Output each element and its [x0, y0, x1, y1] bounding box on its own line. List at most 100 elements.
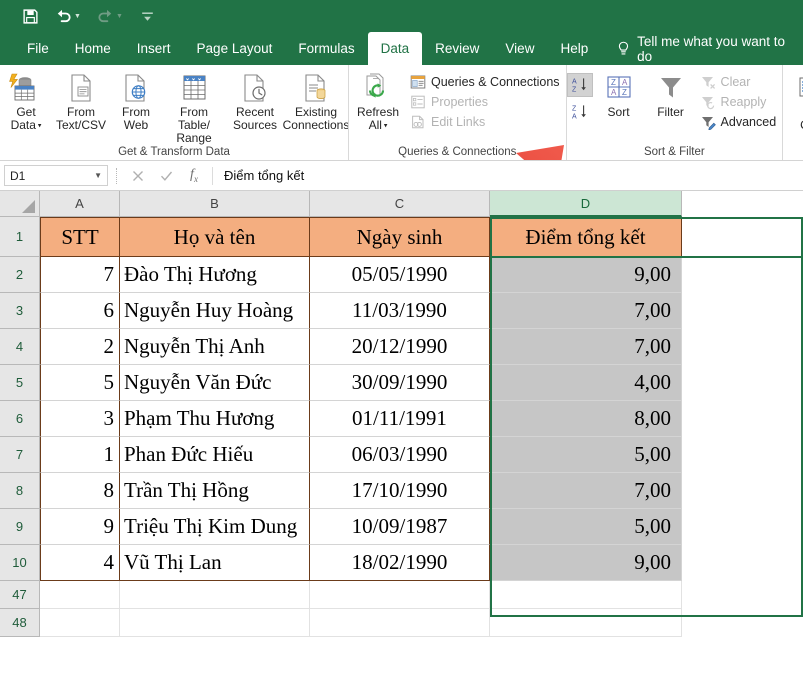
cell-a10[interactable]: 4	[40, 545, 120, 581]
cell-b6[interactable]: Phạm Thu Hương	[120, 401, 310, 437]
cell-d47[interactable]	[490, 581, 682, 609]
cell-d1[interactable]: Điểm tổng kết	[490, 217, 682, 257]
cell-a3[interactable]: 6	[40, 293, 120, 329]
cell-a2[interactable]: 7	[40, 257, 120, 293]
get-data-caret-icon[interactable]: ▾	[36, 122, 41, 129]
select-all-corner[interactable]	[0, 191, 40, 217]
undo-caret-icon[interactable]: ▼	[74, 13, 81, 20]
cell-b10[interactable]: Vũ Thị Lan	[120, 545, 310, 581]
cell-b2[interactable]: Đào Thị Hương	[120, 257, 310, 293]
cell-b9[interactable]: Triệu Thị Kim Dung	[120, 509, 310, 545]
cell-c10[interactable]: 18/02/1990	[310, 545, 490, 581]
cell-a5[interactable]: 5	[40, 365, 120, 401]
cell-a8[interactable]: 8	[40, 473, 120, 509]
row-header-10[interactable]: 10	[0, 545, 40, 581]
cell-c2[interactable]: 05/05/1990	[310, 257, 490, 293]
cell-c48[interactable]	[310, 609, 490, 637]
cell-b3[interactable]: Nguyễn Huy Hoàng	[120, 293, 310, 329]
refresh-all-button[interactable]: Refresh All ▾	[349, 68, 407, 132]
cell-a4[interactable]: 2	[40, 329, 120, 365]
cell-c3[interactable]: 11/03/1990	[310, 293, 490, 329]
cell-d6[interactable]: 8,00	[490, 401, 682, 437]
cell-a47[interactable]	[40, 581, 120, 609]
sort-a-to-z-button[interactable]: A Z	[567, 73, 593, 97]
filter-button[interactable]: Filter	[645, 68, 697, 119]
customize-quick-access-toolbar-button[interactable]	[139, 8, 156, 25]
tab-view[interactable]: View	[492, 32, 547, 65]
column-header-b[interactable]: B	[120, 191, 310, 217]
row-header-3[interactable]: 3	[0, 293, 40, 329]
column-header-d[interactable]: D	[490, 191, 682, 217]
row-header-8[interactable]: 8	[0, 473, 40, 509]
row-header-47[interactable]: 47	[0, 581, 40, 609]
cell-d4[interactable]: 7,00	[490, 329, 682, 365]
tab-home[interactable]: Home	[62, 32, 124, 65]
cell-d7[interactable]: 5,00	[490, 437, 682, 473]
cell-c6[interactable]: 01/11/1991	[310, 401, 490, 437]
cell-a1[interactable]: STT	[40, 217, 120, 257]
tab-help[interactable]: Help	[547, 32, 601, 65]
redo-button[interactable]: ▼	[97, 8, 123, 25]
cell-b7[interactable]: Phan Đức Hiếu	[120, 437, 310, 473]
row-header-2[interactable]: 2	[0, 257, 40, 293]
cell-b8[interactable]: Trần Thị Hồng	[120, 473, 310, 509]
existing-connections-button[interactable]: Existing Connections	[284, 68, 348, 132]
cell-c8[interactable]: 17/10/1990	[310, 473, 490, 509]
redo-caret-icon[interactable]: ▼	[116, 13, 123, 20]
cell-c1[interactable]: Ngày sinh	[310, 217, 490, 257]
recent-sources-button[interactable]: Recent Sources	[226, 68, 284, 132]
cell-c9[interactable]: 10/09/1987	[310, 509, 490, 545]
from-table-range-button[interactable]: From Table/ Range	[162, 68, 226, 145]
cell-a7[interactable]: 1	[40, 437, 120, 473]
insert-function-button[interactable]: fx	[181, 165, 207, 186]
advanced-filter-button[interactable]: Advanced	[697, 112, 783, 132]
row-header-6[interactable]: 6	[0, 401, 40, 437]
row-header-7[interactable]: 7	[0, 437, 40, 473]
cell-c5[interactable]: 30/09/1990	[310, 365, 490, 401]
tab-insert[interactable]: Insert	[124, 32, 184, 65]
text-to-columns-button[interactable]: Te Col	[783, 68, 803, 132]
cell-b48[interactable]	[120, 609, 310, 637]
tab-page-layout[interactable]: Page Layout	[184, 32, 286, 65]
cell-a6[interactable]: 3	[40, 401, 120, 437]
undo-button[interactable]: ▼	[55, 8, 81, 25]
from-text-csv-button[interactable]: From Text/CSV	[52, 68, 110, 132]
tell-me-search[interactable]: Tell me what you want to do	[601, 32, 803, 65]
cell-d5[interactable]: 4,00	[490, 365, 682, 401]
name-box[interactable]: D1 ▼	[4, 165, 108, 186]
row-header-9[interactable]: 9	[0, 509, 40, 545]
save-button[interactable]	[22, 8, 39, 25]
cell-d10[interactable]: 9,00	[490, 545, 682, 581]
cell-a48[interactable]	[40, 609, 120, 637]
cell-d3[interactable]: 7,00	[490, 293, 682, 329]
tab-data[interactable]: Data	[368, 32, 423, 65]
cell-c4[interactable]: 20/12/1990	[310, 329, 490, 365]
tab-review[interactable]: Review	[422, 32, 492, 65]
cell-d8[interactable]: 7,00	[490, 473, 682, 509]
formula-input[interactable]: Điểm tổng kết	[218, 165, 799, 186]
tab-formulas[interactable]: Formulas	[285, 32, 367, 65]
confirm-entry-button[interactable]	[153, 165, 179, 186]
cell-b1[interactable]: Họ và tên	[120, 217, 310, 257]
cell-a9[interactable]: 9	[40, 509, 120, 545]
column-header-c[interactable]: C	[310, 191, 490, 217]
cell-b4[interactable]: Nguyễn Thị Anh	[120, 329, 310, 365]
column-header-a[interactable]: A	[40, 191, 120, 217]
name-box-chevron-down-icon[interactable]: ▼	[94, 171, 102, 180]
row-header-1[interactable]: 1	[0, 217, 40, 257]
sort-z-to-a-button[interactable]: Z A	[567, 100, 593, 124]
row-header-48[interactable]: 48	[0, 609, 40, 637]
sort-button[interactable]: Z A A Z Sort	[593, 68, 645, 119]
refresh-all-caret-icon[interactable]: ▾	[382, 122, 387, 129]
cell-d2[interactable]: 9,00	[490, 257, 682, 293]
from-web-button[interactable]: From Web	[110, 68, 162, 132]
cell-c47[interactable]	[310, 581, 490, 609]
tab-file[interactable]: File	[14, 32, 62, 65]
queries-and-connections-button[interactable]: Queries & Connections	[407, 72, 566, 92]
cell-d9[interactable]: 5,00	[490, 509, 682, 545]
cancel-entry-button[interactable]	[125, 165, 151, 186]
get-data-button[interactable]: Get Data ▾	[0, 68, 52, 132]
cell-b5[interactable]: Nguyễn Văn Đức	[120, 365, 310, 401]
cell-b47[interactable]	[120, 581, 310, 609]
cell-d48[interactable]	[490, 609, 682, 637]
